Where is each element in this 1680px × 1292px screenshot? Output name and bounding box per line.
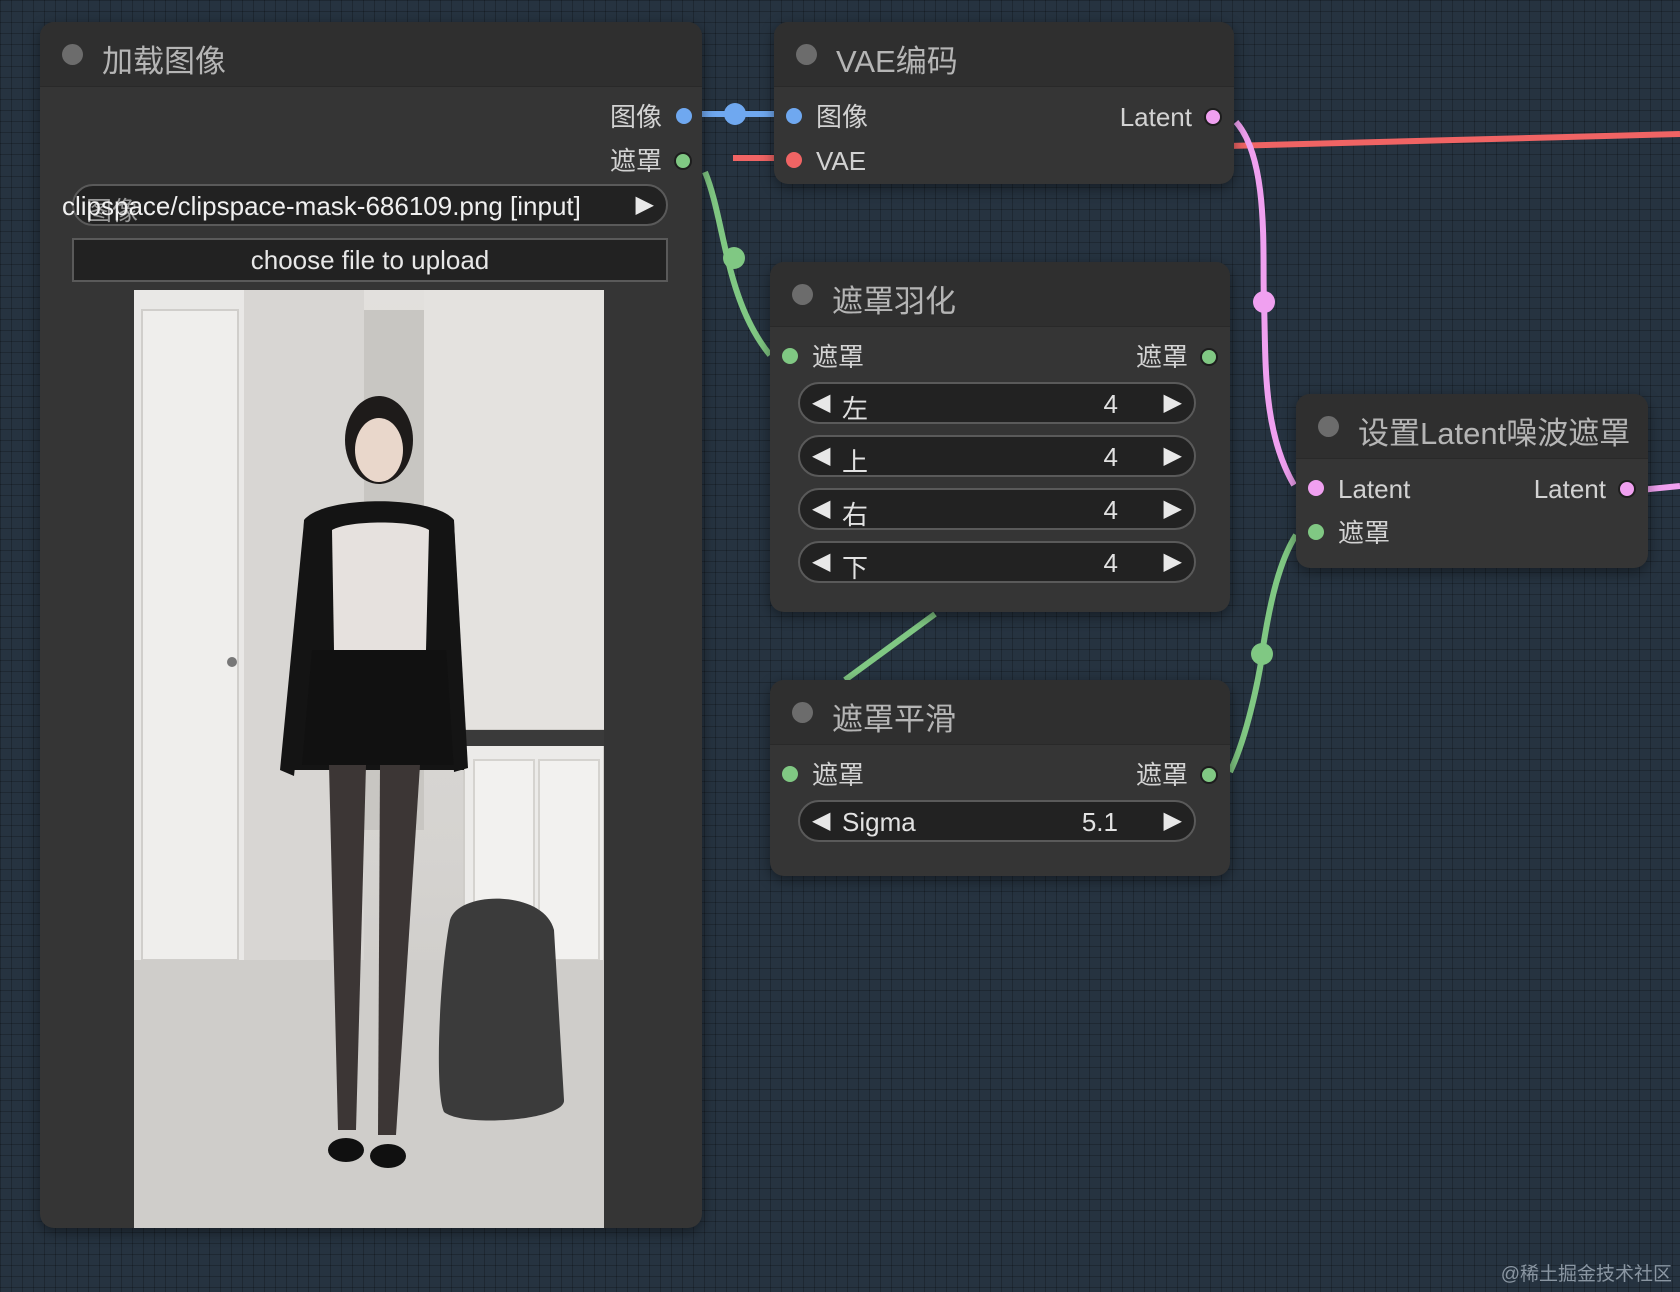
- input-slot-latent[interactable]: Latent: [1308, 474, 1468, 504]
- arrow-right-icon[interactable]: ▶: [636, 190, 654, 219]
- input-dot-latent[interactable]: [1308, 480, 1324, 496]
- node-title-bar[interactable]: 设置Latent噪波遮罩: [1296, 394, 1648, 459]
- input-dot-image[interactable]: [786, 108, 802, 124]
- node-title-bar[interactable]: 加载图像: [40, 22, 702, 87]
- output-label-latent: Latent: [1119, 102, 1192, 132]
- watermark: @稀土掘金技术社区: [1500, 1264, 1672, 1285]
- arrow-left-icon[interactable]: ◀: [812, 494, 830, 523]
- node-title: 遮罩平滑: [832, 702, 956, 737]
- input-label-image: 图像: [816, 102, 869, 132]
- input-label-vae: VAE: [816, 146, 867, 176]
- output-label-latent: Latent: [1533, 474, 1606, 504]
- input-slot-mask[interactable]: 遮罩: [1308, 518, 1468, 548]
- output-dot-mask[interactable]: [674, 152, 692, 170]
- link-smooth-set: [1227, 533, 1299, 774]
- arrow-left-icon[interactable]: ◀: [812, 806, 830, 835]
- node-vae-encode[interactable]: VAE编码 图像 VAE Latent: [774, 22, 1234, 184]
- node-title-bar[interactable]: 遮罩平滑: [770, 680, 1230, 745]
- input-dot-mask[interactable]: [1308, 524, 1324, 540]
- widget-value: 4: [1103, 548, 1118, 578]
- choose-file-button[interactable]: choose file to upload: [72, 238, 668, 282]
- arrow-right-icon[interactable]: ▶: [1164, 441, 1182, 470]
- input-dot-mask[interactable]: [782, 766, 798, 782]
- widget-label: 下: [842, 553, 869, 583]
- link-mask-feather: [702, 170, 773, 357]
- node-mask-feather[interactable]: 遮罩羽化 遮罩 遮罩 ◀ 左 4 ▶ ◀ 上 4 ▶ ◀ 右 4 ▶ ◀ 下 4…: [770, 262, 1230, 612]
- output-slot-mask[interactable]: 遮罩: [1018, 342, 1218, 372]
- collapse-dot[interactable]: [796, 44, 817, 65]
- node-title: 加载图像: [102, 44, 226, 79]
- link-mask-feather-midpoint: [723, 247, 745, 269]
- widget-value: 4: [1103, 495, 1118, 525]
- output-label-mask: 遮罩: [1135, 760, 1188, 790]
- number-widget-right[interactable]: ◀ 右 4 ▶: [798, 488, 1196, 530]
- output-label-mask: 遮罩: [1135, 342, 1188, 372]
- input-slot-vae[interactable]: VAE: [786, 146, 986, 176]
- link-red-top: [1227, 131, 1680, 149]
- widget-label: 右: [842, 500, 869, 530]
- node-set-latent-noise-mask[interactable]: 设置Latent噪波遮罩 Latent 遮罩 Latent: [1296, 394, 1648, 568]
- link-image-midpoint: [724, 103, 746, 125]
- arrow-right-icon[interactable]: ▶: [1164, 494, 1182, 523]
- node-title: 遮罩羽化: [832, 284, 956, 319]
- arrow-left-icon[interactable]: ◀: [812, 547, 830, 576]
- widget-label: Sigma: [842, 807, 916, 837]
- collapse-dot[interactable]: [792, 284, 813, 305]
- widget-label: 左: [842, 394, 869, 424]
- number-widget-top[interactable]: ◀ 上 4 ▶: [798, 435, 1196, 477]
- arrow-right-icon[interactable]: ▶: [1164, 388, 1182, 417]
- arrow-left-icon[interactable]: ◀: [812, 388, 830, 417]
- output-dot-mask[interactable]: [1200, 766, 1218, 784]
- output-slot-image[interactable]: 图像: [492, 102, 692, 132]
- output-dot-image[interactable]: [676, 108, 692, 124]
- arrow-right-icon[interactable]: ▶: [1164, 806, 1182, 835]
- node-title: VAE编码: [836, 44, 958, 79]
- collapse-dot[interactable]: [792, 702, 813, 723]
- node-load-image[interactable]: 加载图像 图像 遮罩 图像 clipspace/clipspace-mask-6…: [40, 22, 702, 1228]
- node-mask-smooth[interactable]: 遮罩平滑 遮罩 遮罩 ◀ Sigma 5.1 ▶: [770, 680, 1230, 876]
- arrow-left-icon[interactable]: ◀: [812, 441, 830, 470]
- node-title-bar[interactable]: VAE编码: [774, 22, 1234, 87]
- number-widget-bottom[interactable]: ◀ 下 4 ▶: [798, 541, 1196, 583]
- combo-value: clipspace/clipspace-mask-686109.png [inp…: [62, 191, 581, 221]
- output-label-image: 图像: [609, 102, 662, 132]
- link-feather-smooth: [843, 611, 937, 683]
- image-preview: [134, 290, 604, 1228]
- output-slot-mask[interactable]: 遮罩: [492, 146, 692, 176]
- output-slot-mask[interactable]: 遮罩: [1018, 760, 1218, 790]
- output-dot-latent[interactable]: [1618, 480, 1636, 498]
- collapse-dot[interactable]: [1318, 416, 1339, 437]
- link-latent-midpoint: [1253, 291, 1275, 313]
- input-label-mask: 遮罩: [812, 342, 865, 372]
- input-label-mask: 遮罩: [812, 760, 865, 790]
- input-slot-image[interactable]: 图像: [786, 102, 986, 132]
- link-smooth-set-midpoint: [1251, 643, 1273, 665]
- node-title-bar[interactable]: 遮罩羽化: [770, 262, 1230, 327]
- image-combo-widget[interactable]: 图像 clipspace/clipspace-mask-686109.png […: [62, 184, 668, 226]
- output-dot-latent[interactable]: [1204, 108, 1222, 126]
- input-dot-vae[interactable]: [786, 152, 802, 168]
- collapse-dot[interactable]: [62, 44, 83, 65]
- widget-label: 上: [842, 447, 869, 477]
- output-dot-mask[interactable]: [1200, 348, 1218, 366]
- number-widget-left[interactable]: ◀ 左 4 ▶: [798, 382, 1196, 424]
- arrow-right-icon[interactable]: ▶: [1164, 547, 1182, 576]
- input-label-latent: Latent: [1338, 474, 1411, 504]
- input-slot-mask[interactable]: 遮罩: [782, 760, 982, 790]
- input-label-mask: 遮罩: [1338, 518, 1391, 548]
- node-title: 设置Latent噪波遮罩: [1358, 416, 1631, 451]
- input-slot-mask[interactable]: 遮罩: [782, 342, 982, 372]
- preview-illustration: [134, 290, 604, 1228]
- link-latent: [1233, 120, 1297, 487]
- input-dot-mask[interactable]: [782, 348, 798, 364]
- output-slot-latent[interactable]: Latent: [1022, 102, 1222, 132]
- widget-value: 4: [1103, 389, 1118, 419]
- widget-value: 5.1: [1081, 807, 1118, 837]
- output-label-mask: 遮罩: [609, 146, 662, 176]
- output-slot-latent[interactable]: Latent: [1476, 474, 1636, 504]
- widget-value: 4: [1103, 442, 1118, 472]
- number-widget-sigma[interactable]: ◀ Sigma 5.1 ▶: [798, 800, 1196, 842]
